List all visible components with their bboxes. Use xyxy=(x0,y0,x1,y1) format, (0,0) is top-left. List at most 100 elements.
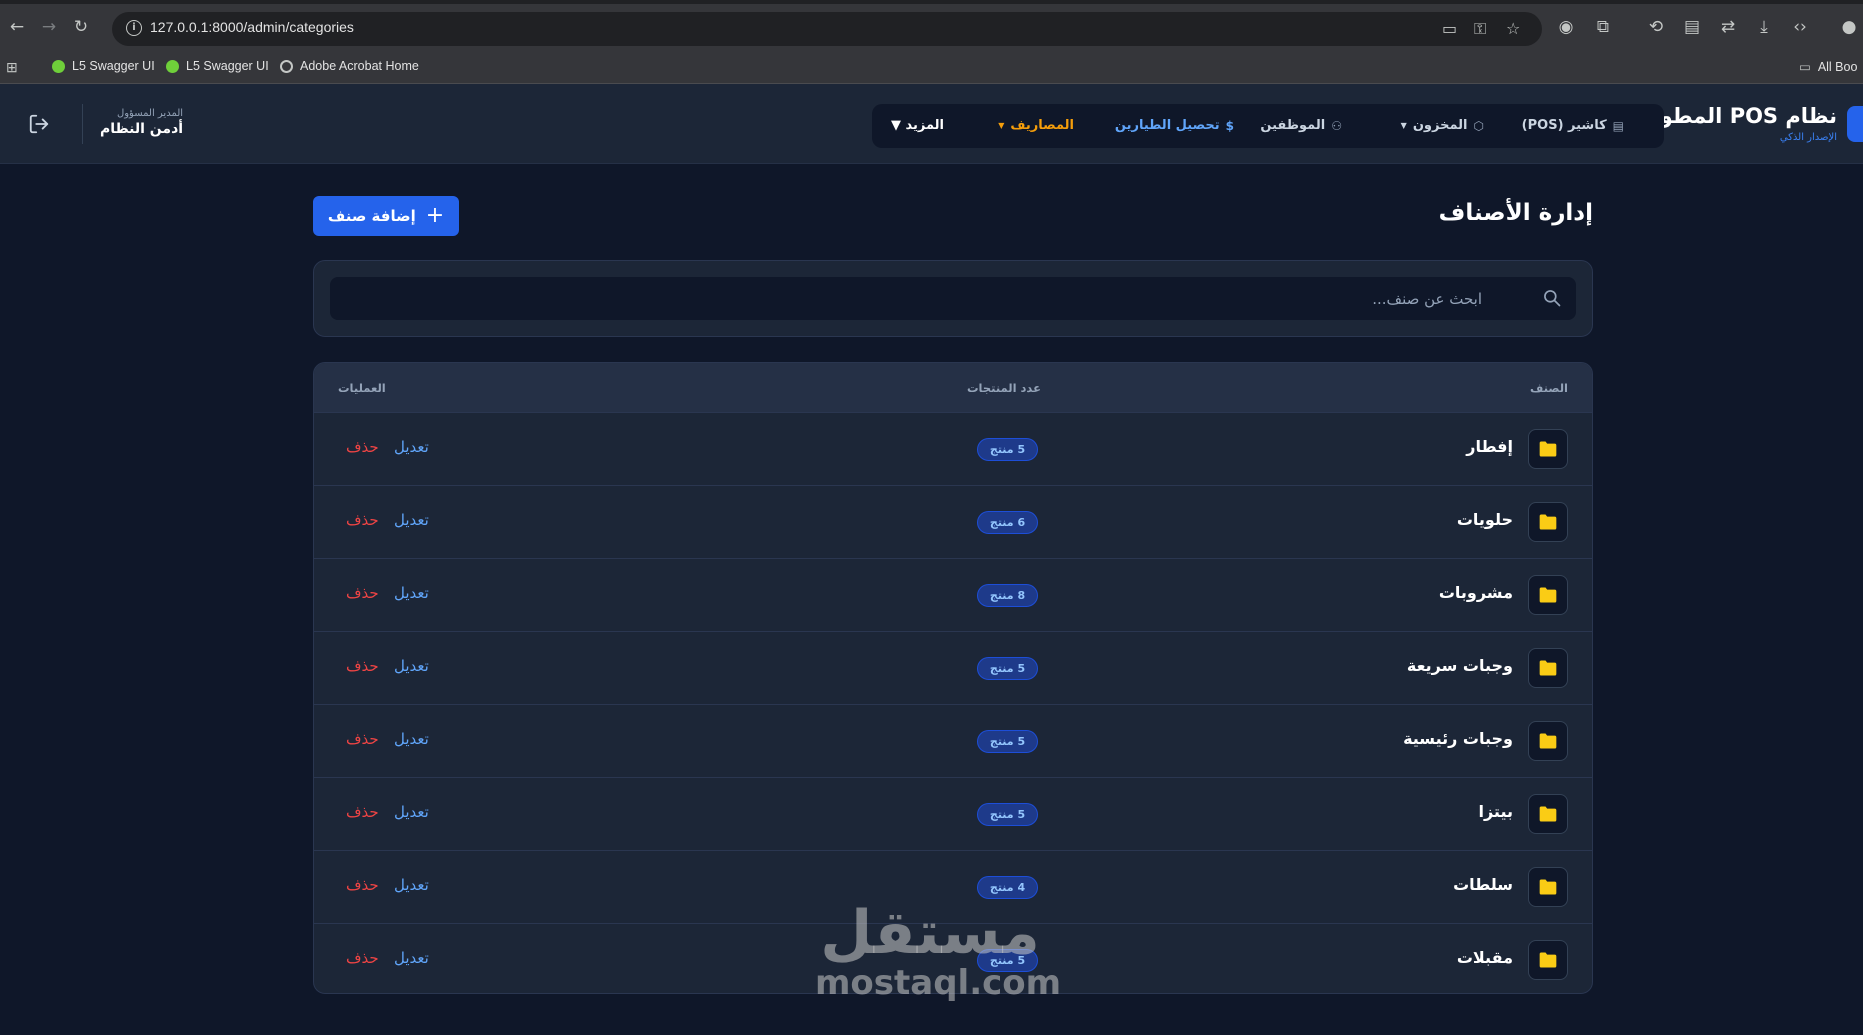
star-icon[interactable]: ☆ xyxy=(1506,19,1520,38)
add-button-label: إضافة صنف xyxy=(327,207,416,225)
edit-link[interactable]: تعديل xyxy=(394,657,429,675)
plus-icon: + xyxy=(425,203,445,228)
bookmark-label: L5 Swagger UI xyxy=(186,59,269,73)
add-category-button[interactable]: + إضافة صنف xyxy=(313,196,459,236)
swagger-icon xyxy=(52,59,65,73)
apps-icon[interactable]: ⊞ xyxy=(6,59,18,76)
dollar-icon: $ xyxy=(1225,118,1234,133)
category-icon-box xyxy=(1528,502,1568,542)
nav-cashier[interactable]: ▤ كاشير (POS) xyxy=(1522,118,1624,133)
product-count-badge: 5 منتج xyxy=(977,949,1038,972)
table-row: حلويات 6 منتج تعديل حذف xyxy=(314,485,1592,558)
address-bar[interactable]: i 127.0.0.1:8000/admin/categories ▭ ⚿ ☆ xyxy=(112,12,1542,46)
search-card xyxy=(313,260,1593,337)
devtools-icon[interactable]: ‹› xyxy=(1789,16,1811,38)
bookmark-swagger-1[interactable]: L5 Swagger UI xyxy=(52,59,155,73)
main-nav: ▤ كاشير (POS) ⬡ المخزون ▼ ⚇ الموظفين $ ت… xyxy=(872,104,1664,148)
delete-link[interactable]: حذف xyxy=(346,584,379,602)
all-bookmarks[interactable]: ▭ All Boo xyxy=(1799,59,1858,75)
product-count-badge: 5 منتج xyxy=(977,657,1038,680)
edit-link[interactable]: تعديل xyxy=(394,730,429,748)
folder-icon xyxy=(1539,733,1557,749)
sidepanel-icon[interactable]: ▤ xyxy=(1681,16,1703,38)
category-name: وجبات سريعة xyxy=(1406,656,1513,675)
nav-label: الموظفين xyxy=(1260,118,1326,133)
forward-icon[interactable]: → xyxy=(38,16,60,38)
brand-subtitle: الإصدار الذكي xyxy=(1779,132,1837,143)
table-row: وجبات سريعة 5 منتج تعديل حذف xyxy=(314,631,1592,704)
edit-link[interactable]: تعديل xyxy=(394,949,429,967)
category-icon-box xyxy=(1528,648,1568,688)
delete-link[interactable]: حذف xyxy=(346,511,379,529)
bookmark-acrobat[interactable]: Adobe Acrobat Home xyxy=(280,59,419,73)
download-icon[interactable]: ⤓ xyxy=(1753,16,1775,38)
category-name: سلطات xyxy=(1453,875,1513,894)
user-name: أدمن النظام xyxy=(100,121,184,137)
folder-icon xyxy=(1539,587,1557,603)
user-role: المدير المسؤول xyxy=(116,108,184,119)
folder-icon xyxy=(1539,952,1557,968)
nav-inventory[interactable]: ⬡ المخزون ▼ xyxy=(1401,118,1484,133)
edit-link[interactable]: تعديل xyxy=(394,438,429,456)
edit-link[interactable]: تعديل xyxy=(394,876,429,894)
category-name: مقبلات xyxy=(1456,948,1513,967)
user-info: المدير المسؤول أدمن النظام xyxy=(100,108,183,137)
nav-driver-collection[interactable]: $ تحصيل الطيارين xyxy=(1115,118,1234,133)
category-icon-box xyxy=(1528,429,1568,469)
table-row: مشروبات 8 منتج تعديل حذف xyxy=(314,558,1592,631)
globe-icon xyxy=(280,59,293,73)
edit-link[interactable]: تعديل xyxy=(394,584,429,602)
users-icon: ⚇ xyxy=(1331,118,1342,133)
delete-link[interactable]: حذف xyxy=(346,730,379,748)
delete-link[interactable]: حذف xyxy=(346,803,379,821)
caret-icon: ▼ xyxy=(998,121,1005,130)
category-icon-box xyxy=(1528,575,1568,615)
nav-expenses[interactable]: المصاريف ▼ xyxy=(998,118,1074,133)
address-url[interactable]: 127.0.0.1:8000/admin/categories xyxy=(150,19,354,35)
nav-label: تحصيل الطيارين xyxy=(1114,118,1220,133)
edit-link[interactable]: تعديل xyxy=(394,803,429,821)
nav-label: كاشير (POS) xyxy=(1521,118,1607,133)
folder-outline-icon: ▭ xyxy=(1799,60,1811,74)
edit-link[interactable]: تعديل xyxy=(394,511,429,529)
product-count-badge: 5 منتج xyxy=(977,803,1038,826)
site-info-icon[interactable]: i xyxy=(126,20,142,36)
table-row: مقبلات 5 منتج تعديل حذف xyxy=(314,923,1592,993)
categories-table: الصنف عدد المنتجات العمليات إفطار 5 منتج ت… xyxy=(313,362,1593,994)
bookmark-swagger-2[interactable]: L5 Swagger UI xyxy=(166,59,269,73)
search-box xyxy=(330,277,1576,320)
divider xyxy=(82,104,83,144)
puzzle-icon[interactable]: ⧉ xyxy=(1592,16,1614,38)
swagger-icon xyxy=(166,59,179,73)
product-count-badge: 5 منتج xyxy=(977,438,1038,461)
browser-toolbar: ← → ↻ i 127.0.0.1:8000/admin/categories … xyxy=(0,0,1863,51)
category-name: حلويات xyxy=(1456,510,1513,529)
product-count-badge: 4 منتج xyxy=(977,876,1038,899)
password-key-icon[interactable]: ⚿ xyxy=(1474,19,1486,39)
profile-icon[interactable]: ● xyxy=(1838,16,1860,38)
table-header: الصنف عدد المنتجات العمليات xyxy=(314,363,1592,412)
extension-icon[interactable]: ◉ xyxy=(1555,16,1577,38)
back-icon[interactable]: ← xyxy=(6,16,28,38)
all-bookmarks-label: All Boo xyxy=(1817,59,1858,74)
history-icon[interactable]: ⟲ xyxy=(1645,16,1667,38)
bookmarks-bar: ⊞ L5 Swagger UI L5 Swagger UI Adobe Acro… xyxy=(0,51,1863,84)
delete-link[interactable]: حذف xyxy=(346,876,379,894)
category-icon-box xyxy=(1528,794,1568,834)
folder-icon xyxy=(1539,660,1557,676)
camera-off-icon[interactable]: ▭ xyxy=(1442,19,1457,38)
translate-icon[interactable]: ⇄ xyxy=(1717,16,1739,38)
nav-more[interactable]: المزيد ▼ xyxy=(891,118,944,133)
delete-link[interactable]: حذف xyxy=(346,438,379,456)
table-row: إفطار 5 منتج تعديل حذف xyxy=(314,412,1592,485)
reload-icon[interactable]: ↻ xyxy=(70,16,92,38)
search-input[interactable] xyxy=(330,277,1530,320)
delete-link[interactable]: حذف xyxy=(346,949,379,967)
delete-link[interactable]: حذف xyxy=(346,657,379,675)
category-name: وجبات رئيسية xyxy=(1403,729,1513,748)
product-count-badge: 5 منتج xyxy=(977,730,1038,753)
logout-icon[interactable] xyxy=(28,113,50,135)
folder-icon xyxy=(1539,514,1557,530)
box-icon: ⬡ xyxy=(1473,118,1484,133)
nav-employees[interactable]: ⚇ الموظفين xyxy=(1260,118,1342,133)
